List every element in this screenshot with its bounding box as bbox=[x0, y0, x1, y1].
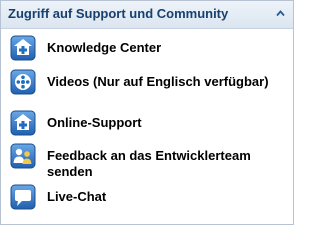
knowledge-center-label: Knowledge Center bbox=[47, 40, 162, 55]
chevron-up-icon[interactable] bbox=[276, 9, 285, 18]
panel-header[interactable]: Zugriff auf Support und Community bbox=[1, 1, 293, 29]
people-icon bbox=[10, 143, 36, 169]
knowledge-center-icon bbox=[10, 35, 36, 61]
panel-title: Zugriff auf Support und Community bbox=[8, 6, 229, 21]
knowledge-center-link[interactable]: Knowledge Center bbox=[10, 35, 285, 61]
film-reel-icon bbox=[10, 69, 36, 95]
chat-icon bbox=[10, 184, 36, 210]
online-support-link[interactable]: Online-Support bbox=[10, 110, 285, 136]
online-support-label: Online-Support bbox=[47, 115, 142, 130]
videos-label: Videos (Nur auf Englisch verfügbar) bbox=[47, 74, 269, 89]
videos-link[interactable]: Videos (Nur auf Englisch verfügbar) bbox=[10, 69, 285, 103]
live-chat-label: Live-Chat bbox=[47, 189, 107, 204]
feedback-label: Feedback an das Entwicklerteam senden bbox=[47, 148, 251, 179]
live-chat-link[interactable]: Live-Chat bbox=[10, 184, 285, 210]
support-community-panel: Zugriff auf Support und Community Knowle… bbox=[0, 0, 294, 225]
support-plus-icon bbox=[10, 110, 36, 136]
feedback-link[interactable]: Feedback an das Entwicklerteam senden bbox=[10, 143, 285, 179]
